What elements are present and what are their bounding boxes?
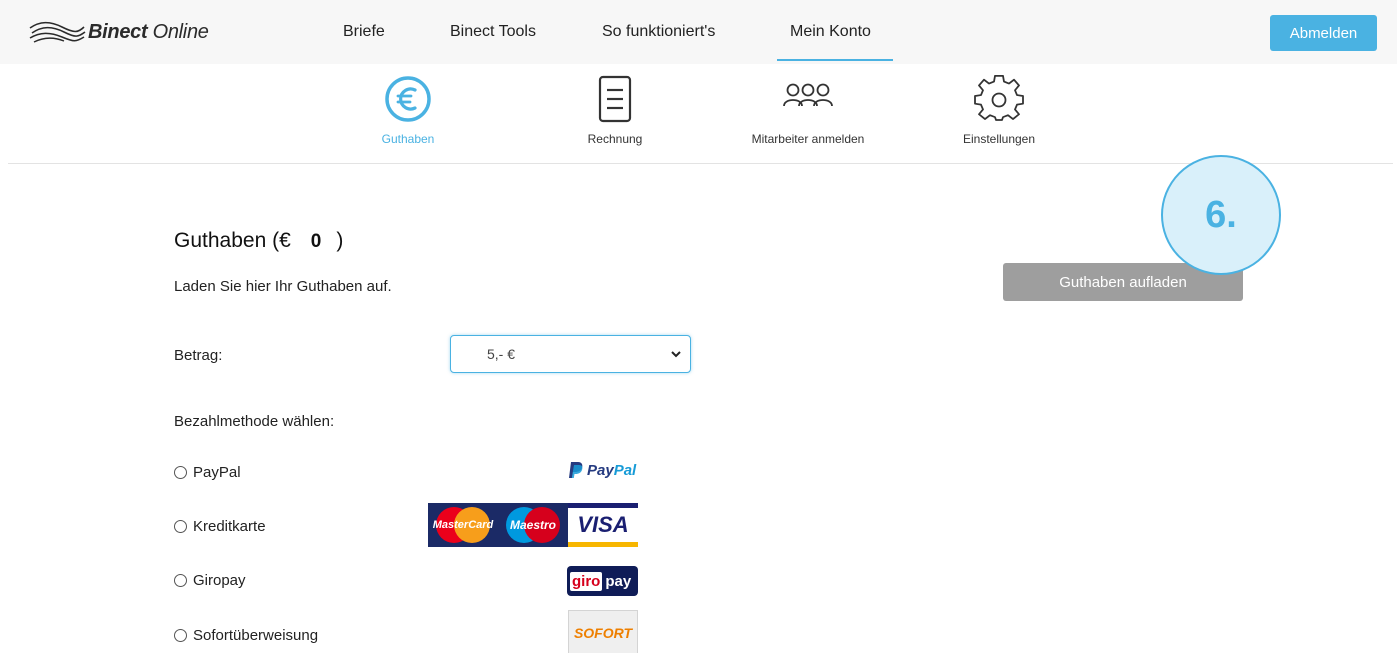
euro-icon (385, 76, 431, 122)
subnav-divider (8, 163, 1393, 164)
balance-value: 0 (310, 231, 322, 252)
title-prefix: Guthaben (€ (174, 229, 291, 252)
visa-logo: VISA (568, 503, 638, 547)
users-icon (783, 83, 833, 107)
tab-guthaben[interactable]: Guthaben (323, 70, 493, 146)
maestro-logo: Maestro (498, 503, 568, 547)
amount-select-value: 5,- € (487, 346, 516, 362)
nav-active-indicator (777, 59, 893, 61)
nav-item-binect-tools[interactable]: Binect Tools (450, 23, 536, 41)
payment-option-sofort[interactable]: Sofortüberweisung (174, 623, 318, 647)
paypal-logo: Pay Pal (568, 461, 636, 479)
payment-option-kreditkarte[interactable]: Kreditkarte (174, 514, 266, 538)
giropay-word-2: pay (605, 572, 632, 590)
brand-logo[interactable]: Binect Online (28, 18, 209, 46)
title-suffix: ) (336, 229, 344, 252)
giropay-logo: giro pay (567, 566, 638, 596)
gear-icon (974, 74, 1024, 121)
chevron-down-icon (671, 351, 681, 358)
maestro-text: Maestro (509, 518, 556, 532)
brand-name: Binect Online (88, 20, 209, 43)
step-annotation-badge: 6. (1161, 155, 1281, 275)
paypal-word-2: Pal (613, 461, 637, 479)
radio-kreditkarte[interactable] (174, 519, 187, 533)
tab-einstellungen-label: Einstellungen (962, 132, 1036, 146)
amount-label: Betrag: (174, 347, 223, 364)
nav-item-briefe[interactable]: Briefe (343, 23, 385, 41)
payment-method-heading: Bezahlmethode wählen: (174, 413, 335, 430)
payment-label-giropay: Giropay (193, 571, 246, 589)
radio-paypal[interactable] (174, 465, 187, 479)
invoice-icon (598, 75, 632, 123)
radio-giropay[interactable] (174, 573, 187, 587)
tab-einstellungen[interactable]: Einstellungen (914, 70, 1084, 146)
tab-rechnung[interactable]: Rechnung (530, 70, 700, 146)
paypal-word-1: Pay (587, 461, 614, 479)
mastercard-logo: MasterCard (428, 503, 498, 547)
tab-mitarbeiter-anmelden[interactable]: Mitarbeiter anmelden (723, 70, 893, 146)
tab-guthaben-label: Guthaben (381, 132, 435, 146)
nav-item-mein-konto[interactable]: Mein Konto (790, 23, 871, 41)
tab-mitarbeiter-label: Mitarbeiter anmelden (751, 132, 865, 146)
payment-label-paypal: PayPal (193, 463, 241, 481)
visa-text: VISA (577, 512, 629, 537)
payment-option-paypal[interactable]: PayPal (174, 460, 241, 484)
payment-option-giropay[interactable]: Giropay (174, 568, 246, 592)
radio-sofort[interactable] (174, 628, 187, 642)
nav-item-so-funktionierts[interactable]: So funktioniert's (602, 23, 715, 41)
sofort-logo: SOFORT (568, 610, 638, 653)
giropay-word-1: giro (570, 571, 603, 591)
top-navbar: Binect Online Briefe Binect Tools So fun… (0, 0, 1397, 64)
mastercard-text: MasterCard (432, 519, 494, 531)
wave-logo-icon (29, 21, 86, 43)
page-title: Guthaben (€ 0) (174, 229, 343, 253)
payment-label-sofort: Sofortüberweisung (193, 626, 319, 644)
payment-label-kreditkarte: Kreditkarte (193, 517, 266, 535)
intro-text: Laden Sie hier Ihr Guthaben auf. (174, 278, 392, 295)
amount-select[interactable]: 5,- € (450, 335, 691, 373)
tab-rechnung-label: Rechnung (587, 132, 643, 146)
paypal-p-icon (569, 462, 583, 478)
sofort-text: SOFORT (573, 624, 633, 641)
logout-button[interactable]: Abmelden (1270, 15, 1377, 51)
credit-card-logos: MasterCard Maestro VISA (428, 503, 638, 547)
